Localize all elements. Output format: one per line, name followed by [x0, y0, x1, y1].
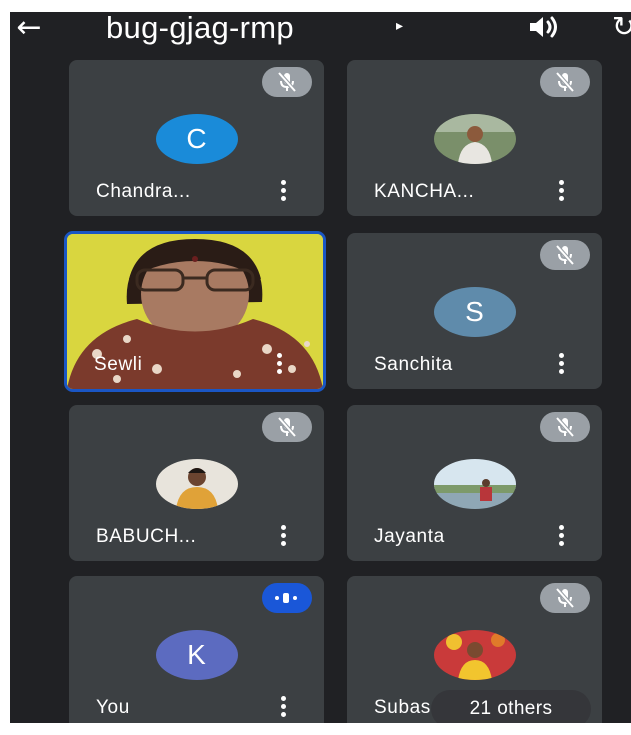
speaker-icon[interactable]: [526, 14, 562, 40]
meeting-title[interactable]: bug-gjag-rmp: [106, 12, 294, 46]
participant-name: You: [96, 697, 130, 718]
participant-name: Sanchita: [374, 354, 453, 375]
more-options-icon[interactable]: [555, 180, 567, 204]
speaking-indicator-icon: [262, 583, 312, 613]
participant-tile[interactable]: Jayanta: [347, 405, 602, 561]
participant-name: BABUCH...: [96, 526, 197, 547]
participant-tile-self[interactable]: K You: [69, 576, 324, 723]
more-options-icon[interactable]: [277, 525, 289, 549]
top-bar: ← bug-gjag-rmp ▸ ↻: [10, 12, 631, 52]
more-options-icon[interactable]: [555, 353, 567, 377]
participant-name: Chandra...: [96, 181, 191, 202]
avatar: S: [433, 287, 516, 337]
participant-tile-active[interactable]: Sewli: [64, 231, 326, 392]
participant-name: Sewli: [94, 354, 143, 375]
participant-name: Jayanta: [374, 526, 445, 547]
expand-right-icon[interactable]: ▸: [396, 18, 403, 34]
avatar-photo: [433, 630, 516, 680]
participant-name: KANCHA...: [374, 181, 475, 202]
more-options-icon[interactable]: [273, 353, 285, 377]
participant-tile[interactable]: C Chandra...: [69, 60, 324, 216]
more-options-icon[interactable]: [277, 696, 289, 720]
mic-off-icon: [540, 240, 590, 270]
mic-off-icon: [262, 412, 312, 442]
mic-off-icon: [540, 583, 590, 613]
mic-off-icon: [262, 67, 312, 97]
more-options-icon[interactable]: [555, 525, 567, 549]
mic-off-icon: [540, 412, 590, 442]
avatar: K: [155, 630, 238, 680]
mic-off-icon: [540, 67, 590, 97]
participant-tile[interactable]: KANCHA...: [347, 60, 602, 216]
participant-tile[interactable]: BABUCH...: [69, 405, 324, 561]
participant-tile[interactable]: S Sanchita: [347, 233, 602, 389]
avatar: C: [155, 114, 238, 164]
others-button[interactable]: 21 others: [431, 690, 591, 723]
avatar-photo: [433, 114, 516, 164]
more-options-icon[interactable]: [277, 180, 289, 204]
avatar-photo: [433, 459, 516, 509]
arrow-left-icon[interactable]: ←: [12, 12, 46, 44]
avatar-photo: [155, 459, 238, 509]
meet-app: ← bug-gjag-rmp ▸ ↻ C Chandra... KANCHA..…: [10, 12, 631, 723]
rotate-camera-icon[interactable]: ↻: [612, 12, 631, 42]
participant-name: Subas: [374, 697, 431, 718]
